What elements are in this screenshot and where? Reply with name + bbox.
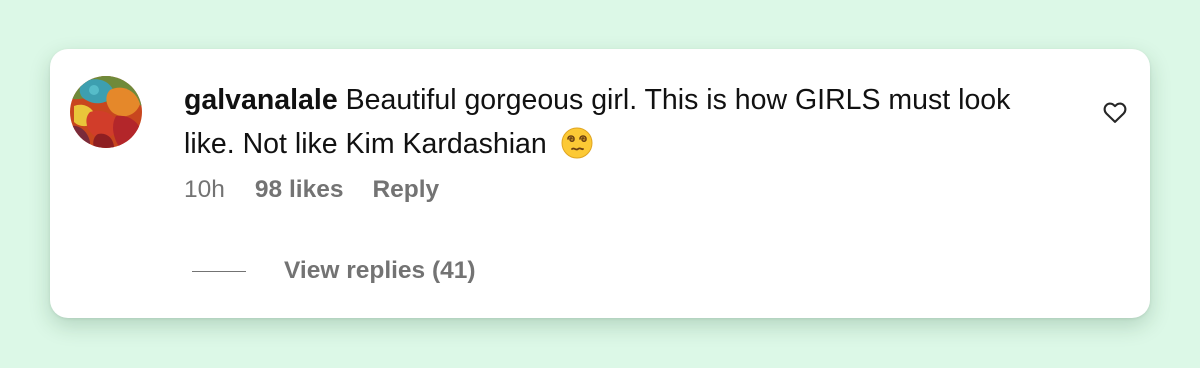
view-replies-button[interactable]: View replies (41): [284, 257, 476, 285]
comment-timestamp[interactable]: 10h: [184, 176, 225, 204]
reply-button[interactable]: Reply: [372, 176, 439, 204]
likes-count[interactable]: 98 likes: [255, 176, 344, 204]
comment-body: galvanalale Beautiful gorgeous girl. Thi…: [184, 78, 1064, 172]
heart-outline-icon[interactable]: [1101, 98, 1129, 126]
view-replies[interactable]: View replies (41): [192, 257, 476, 285]
face-with-spiral-eyes-icon: [561, 127, 593, 172]
comment-card: galvanalale Beautiful gorgeous girl. Thi…: [50, 49, 1150, 318]
avatar[interactable]: [70, 76, 142, 148]
comment-username[interactable]: galvanalale: [184, 84, 338, 116]
comment-meta: 10h 98 likes Reply: [184, 176, 439, 204]
replies-divider: [192, 270, 246, 272]
